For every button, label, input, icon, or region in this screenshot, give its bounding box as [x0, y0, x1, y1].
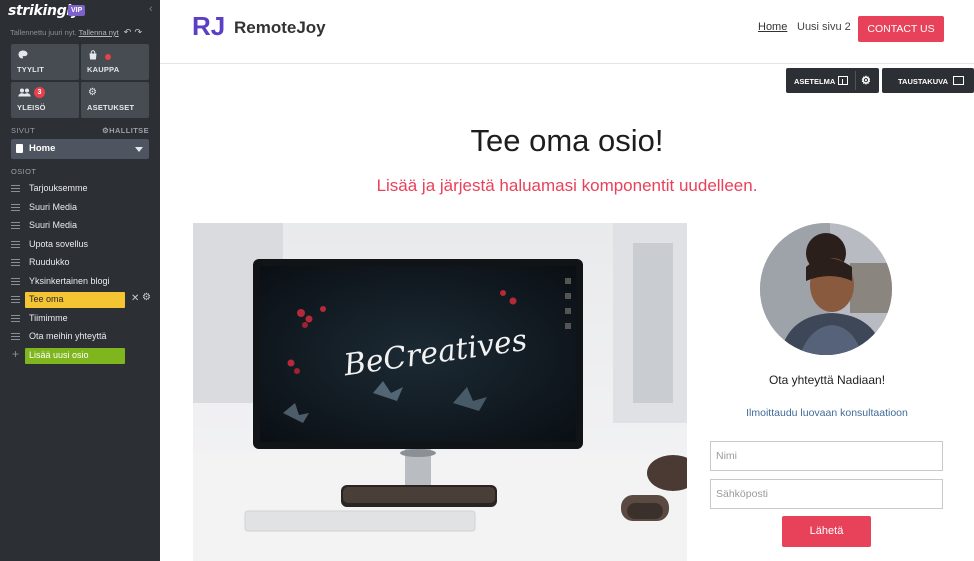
- section-item[interactable]: Upota sovellus: [0, 236, 160, 255]
- gear-icon: ⚙: [88, 87, 97, 98]
- audience-count-badge: 3: [34, 87, 45, 98]
- send-button[interactable]: Lähetä: [782, 516, 871, 547]
- section-label: Tiimimme: [29, 312, 68, 323]
- plus-icon: +: [12, 346, 20, 361]
- editor-tiles: TYYLIT KAUPPA 3 YLEISÖ ⚙ ASETUKSET: [11, 44, 149, 118]
- site-logo[interactable]: RJ: [192, 10, 224, 48]
- contact-avatar: [760, 223, 892, 355]
- section-item[interactable]: Ruudukko: [0, 254, 160, 273]
- section-label: Suuri Media: [29, 201, 78, 212]
- section-label: Upota sovellus: [29, 238, 89, 249]
- pages-header: SIVUT ⚙HALLITSE: [11, 126, 149, 135]
- section-label: Ota meihin yhteyttä: [29, 331, 107, 341]
- section-subtitle[interactable]: Lisää ja järjestä haluamasi komponentit …: [160, 176, 974, 196]
- save-now-link[interactable]: Tallenna nyt: [79, 28, 119, 37]
- layout-label: ASETELMA: [794, 77, 836, 86]
- layout-icon: [838, 76, 848, 85]
- chevron-down-icon: [135, 147, 143, 152]
- store-notification-dot: [105, 54, 111, 60]
- section-label: Tarjouksemme: [29, 183, 88, 193]
- collapse-sidebar-icon[interactable]: ‹: [149, 3, 153, 15]
- saved-text: Tallennettu juuri nyt.: [10, 28, 77, 37]
- page-select-value: Home: [29, 143, 56, 154]
- redo-icon[interactable]: ↷: [134, 27, 142, 37]
- audience-tile[interactable]: 3 YLEISÖ: [11, 82, 79, 118]
- delete-section-icon[interactable]: ✕: [131, 293, 139, 304]
- section-settings-icon[interactable]: ⚙: [142, 292, 151, 303]
- vip-badge: VIP: [68, 5, 86, 16]
- store-tile[interactable]: KAUPPA: [81, 44, 149, 80]
- add-section-button[interactable]: + Lisää uusi osio: [0, 347, 160, 366]
- manage-pages-button[interactable]: ⚙HALLITSE: [102, 126, 149, 135]
- desk-photo: BeCreatives: [193, 223, 687, 561]
- drag-handle-icon[interactable]: [11, 240, 20, 248]
- name-field[interactable]: [710, 441, 943, 471]
- logo-letters: RJ: [192, 11, 224, 41]
- section-item[interactable]: Suuri Media: [0, 217, 160, 236]
- section-label: Yksinkertainen blogi: [29, 275, 110, 286]
- save-status: Tallennettu juuri nyt. Tallenna nyt ↶ ↷: [10, 27, 142, 38]
- contact-heading[interactable]: Ota yhteyttä Nadiaan!: [712, 373, 942, 387]
- section-label: Ruudukko: [29, 257, 70, 267]
- drag-handle-icon[interactable]: [11, 259, 20, 266]
- site-header: RJ RemoteJoy Home Uusi sivu 2 CONTACT US: [160, 0, 974, 64]
- toolbar-divider: [855, 71, 856, 90]
- settings-tile[interactable]: ⚙ ASETUKSET: [81, 82, 149, 118]
- drag-handle-icon[interactable]: [11, 333, 20, 340]
- section-list: Tarjouksemme Suuri Media Suuri Media Upo…: [0, 180, 160, 365]
- section-label: Tee oma: [29, 294, 64, 304]
- section-title[interactable]: Tee oma osio!: [160, 123, 974, 159]
- site-name[interactable]: RemoteJoy: [234, 18, 326, 38]
- background-image-button[interactable]: TAUSTAKUVA: [882, 68, 974, 93]
- drag-handle-icon[interactable]: [11, 296, 20, 303]
- drag-handle-icon[interactable]: [11, 203, 20, 211]
- brand-row: strikingly VIP ‹: [8, 3, 154, 19]
- store-label: KAUPPA: [87, 65, 120, 74]
- section-item[interactable]: Ota meihin yhteyttä: [0, 328, 160, 347]
- audience-label: YLEISÖ: [17, 103, 46, 112]
- editor-app: strikingly VIP ‹ Tallennettu juuri nyt. …: [0, 0, 974, 561]
- manage-label: HALLITSE: [109, 126, 149, 135]
- settings-label: ASETUKSET: [87, 103, 135, 112]
- section-item[interactable]: Tiimimme: [0, 310, 160, 329]
- image-icon: [953, 76, 964, 85]
- nav-link-page-2[interactable]: Uusi sivu 2: [797, 21, 851, 33]
- consultation-link[interactable]: Ilmoittaudu luovaan konsultaatioon: [712, 407, 942, 419]
- background-label: TAUSTAKUVA: [898, 77, 948, 86]
- section-item-active[interactable]: Tee oma ✕ ⚙: [0, 291, 160, 310]
- drag-handle-icon[interactable]: [11, 185, 20, 192]
- section-item[interactable]: Tarjouksemme: [0, 180, 160, 199]
- sections-header: OSIOT: [11, 167, 37, 176]
- drag-handle-icon[interactable]: [11, 314, 20, 322]
- editor-sidebar: strikingly VIP ‹ Tallennettu juuri nyt. …: [0, 0, 160, 561]
- section-item[interactable]: Suuri Media: [0, 199, 160, 218]
- add-section-label: Lisää uusi osio: [29, 349, 89, 360]
- page-icon: [16, 144, 23, 153]
- contact-us-button[interactable]: CONTACT US: [858, 16, 944, 42]
- nav-link-home[interactable]: Home: [758, 21, 787, 33]
- undo-icon[interactable]: ↶: [124, 27, 132, 37]
- drag-handle-icon[interactable]: [11, 222, 20, 229]
- hero-image[interactable]: BeCreatives: [193, 223, 687, 561]
- styles-label: TYYLIT: [17, 65, 45, 74]
- section-gear-icon[interactable]: ⚙: [861, 74, 871, 87]
- drag-handle-icon[interactable]: [11, 277, 20, 285]
- email-field[interactable]: [710, 479, 943, 509]
- people-icon: [18, 88, 31, 97]
- palette-icon: [18, 50, 28, 59]
- section-label: Suuri Media: [29, 220, 78, 230]
- shopping-bag-icon: [88, 50, 98, 60]
- styles-tile[interactable]: TYYLIT: [11, 44, 79, 80]
- layout-toolbar[interactable]: ASETELMA ⚙: [786, 68, 879, 93]
- pages-header-label: SIVUT: [11, 126, 36, 135]
- portrait-photo: [760, 223, 892, 355]
- section-item[interactable]: Yksinkertainen blogi: [0, 273, 160, 292]
- page-select[interactable]: Home: [11, 139, 149, 159]
